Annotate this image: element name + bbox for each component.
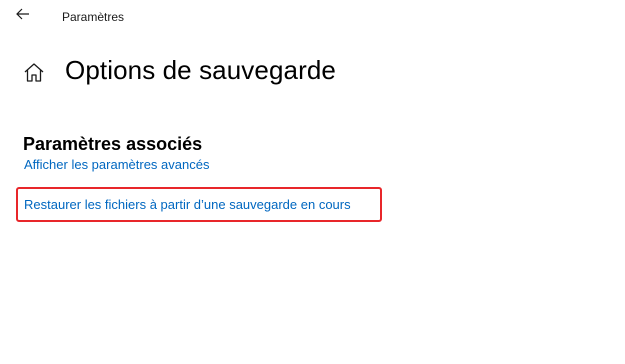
page-title: Options de sauvegarde xyxy=(65,55,336,85)
back-button[interactable] xyxy=(10,5,36,27)
advanced-settings-link[interactable]: Afficher les paramètres avancés xyxy=(24,157,209,172)
restore-files-link[interactable]: Restaurer les fichiers à partir d’une sa… xyxy=(24,197,351,212)
home-icon[interactable] xyxy=(22,61,46,85)
app-title: Paramètres xyxy=(62,10,125,24)
related-settings-heading: Paramètres associés xyxy=(23,134,203,154)
arrow-left-icon xyxy=(16,7,30,25)
title-bar: Paramètres xyxy=(0,0,625,34)
